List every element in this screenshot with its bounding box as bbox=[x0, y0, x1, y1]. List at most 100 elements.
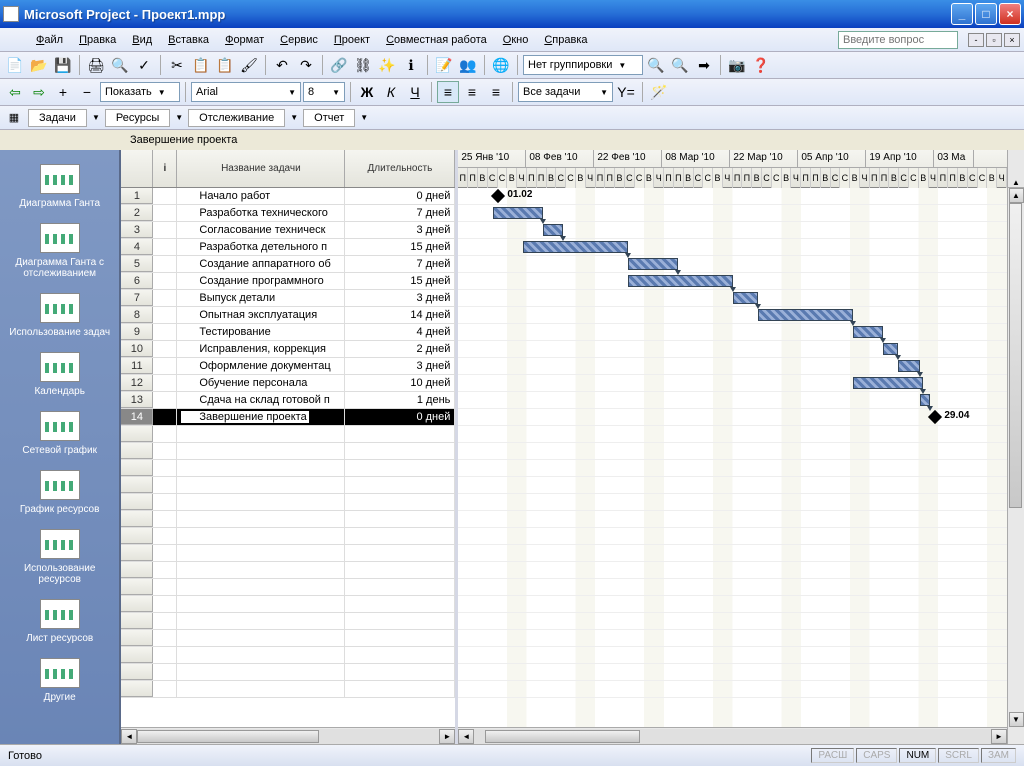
row-name-cell[interactable]: Опытная эксплуатация bbox=[177, 307, 345, 323]
gantt-row[interactable] bbox=[458, 681, 1007, 698]
row-info-cell[interactable] bbox=[153, 477, 177, 493]
row-duration-cell[interactable] bbox=[345, 647, 455, 663]
row-id-cell[interactable] bbox=[121, 460, 153, 476]
table-row[interactable]: 2Разработка технического7 дней bbox=[121, 205, 455, 222]
minimize-button[interactable]: _ bbox=[951, 3, 973, 25]
row-id-cell[interactable]: 4 bbox=[121, 239, 153, 255]
gantt-row[interactable] bbox=[458, 494, 1007, 511]
row-name-cell[interactable] bbox=[177, 477, 345, 493]
row-info-cell[interactable] bbox=[153, 562, 177, 578]
row-duration-cell[interactable] bbox=[345, 630, 455, 646]
font-size-combo[interactable]: 8▼ bbox=[303, 82, 345, 102]
menu-сервис[interactable]: Сервис bbox=[272, 31, 326, 49]
row-name-cell[interactable]: Выпуск детали bbox=[177, 290, 345, 306]
row-name-cell[interactable] bbox=[177, 647, 345, 663]
row-name-cell[interactable]: Исправления, коррекция bbox=[177, 341, 345, 357]
row-info-cell[interactable] bbox=[153, 324, 177, 340]
goto-task-button[interactable]: ➡ bbox=[693, 54, 715, 76]
row-duration-cell[interactable] bbox=[345, 596, 455, 612]
row-id-cell[interactable] bbox=[121, 647, 153, 663]
table-row[interactable] bbox=[121, 596, 455, 613]
row-name-cell[interactable] bbox=[177, 511, 345, 527]
table-row[interactable] bbox=[121, 579, 455, 596]
table-hscroll[interactable]: ◄ ► bbox=[121, 727, 455, 744]
show-subtasks-button[interactable]: + bbox=[52, 81, 74, 103]
gantt-row[interactable] bbox=[458, 290, 1007, 307]
menu-вставка[interactable]: Вставка bbox=[160, 31, 217, 49]
gantt-row[interactable] bbox=[458, 222, 1007, 239]
row-duration-cell[interactable]: 4 дней bbox=[345, 324, 455, 340]
table-row[interactable] bbox=[121, 681, 455, 698]
row-info-cell[interactable] bbox=[153, 409, 177, 425]
row-duration-cell[interactable]: 2 дней bbox=[345, 341, 455, 357]
sub-minimize[interactable]: - bbox=[968, 33, 984, 47]
viewbar-Ресурсы[interactable]: Ресурсы bbox=[105, 109, 170, 127]
row-info-cell[interactable] bbox=[153, 647, 177, 663]
sidebar-item[interactable]: Сетевой график bbox=[0, 405, 119, 464]
scroll-right-button[interactable]: ► bbox=[439, 729, 455, 744]
menu-проект[interactable]: Проект bbox=[326, 31, 378, 49]
gantt-row[interactable] bbox=[458, 511, 1007, 528]
sub-restore[interactable]: ▫ bbox=[986, 33, 1002, 47]
gantt-row[interactable] bbox=[458, 239, 1007, 256]
indent-button[interactable]: ⇨ bbox=[28, 81, 50, 103]
row-info-cell[interactable] bbox=[153, 579, 177, 595]
save-button[interactable]: 💾 bbox=[52, 54, 74, 76]
row-info-cell[interactable] bbox=[153, 443, 177, 459]
gantt-bar[interactable] bbox=[883, 343, 898, 355]
row-info-cell[interactable] bbox=[153, 273, 177, 289]
scroll-up-arrow[interactable]: ▲ bbox=[1008, 150, 1024, 188]
table-row[interactable]: 9Тестирование4 дней bbox=[121, 324, 455, 341]
zoom-out-button[interactable]: 🔍 bbox=[669, 54, 691, 76]
row-duration-cell[interactable] bbox=[345, 477, 455, 493]
gantt-row[interactable] bbox=[458, 460, 1007, 477]
open-button[interactable]: 📂 bbox=[28, 54, 50, 76]
row-info-cell[interactable] bbox=[153, 290, 177, 306]
row-name-cell[interactable]: Сдача на склад готовой п bbox=[177, 392, 345, 408]
paste-button[interactable]: 📋 bbox=[214, 54, 236, 76]
row-id-cell[interactable]: 5 bbox=[121, 256, 153, 272]
align-center-button[interactable]: ≡ bbox=[461, 81, 483, 103]
row-id-cell[interactable] bbox=[121, 579, 153, 595]
table-row[interactable]: 13Сдача на склад готовой п1 день bbox=[121, 392, 455, 409]
viewbar-Отслеживание[interactable]: Отслеживание bbox=[188, 109, 285, 127]
row-id-cell[interactable] bbox=[121, 630, 153, 646]
vertical-scrollbar[interactable]: ▲ ▲ ▼ bbox=[1007, 150, 1024, 744]
assign-resources-button[interactable]: 👥 bbox=[457, 54, 479, 76]
row-id-cell[interactable] bbox=[121, 443, 153, 459]
gantt-row[interactable] bbox=[458, 545, 1007, 562]
row-id-cell[interactable]: 14 bbox=[121, 409, 153, 425]
gantt-bar[interactable] bbox=[628, 258, 678, 270]
row-duration-cell[interactable]: 0 дней bbox=[345, 188, 455, 204]
sidebar-item[interactable]: Диаграмма Ганта bbox=[0, 158, 119, 217]
outdent-button[interactable]: ⇦ bbox=[4, 81, 26, 103]
row-name-cell[interactable]: Тестирование bbox=[177, 324, 345, 340]
table-row[interactable] bbox=[121, 613, 455, 630]
row-id-cell[interactable]: 11 bbox=[121, 358, 153, 374]
row-id-cell[interactable] bbox=[121, 494, 153, 510]
row-info-cell[interactable] bbox=[153, 205, 177, 221]
row-id-cell[interactable]: 7 bbox=[121, 290, 153, 306]
gantt-row[interactable] bbox=[458, 596, 1007, 613]
menu-правка[interactable]: Правка bbox=[71, 31, 124, 49]
cut-button[interactable]: ✂ bbox=[166, 54, 188, 76]
row-name-cell[interactable]: Обучение персонала bbox=[177, 375, 345, 391]
row-name-cell[interactable] bbox=[177, 664, 345, 680]
row-name-cell[interactable] bbox=[177, 460, 345, 476]
views-panel-toggle[interactable]: ▦ bbox=[4, 108, 24, 128]
gantt-body[interactable]: 01.0229.04 bbox=[458, 188, 1007, 727]
gantt-row[interactable] bbox=[458, 562, 1007, 579]
copy-picture-button[interactable]: 📷 bbox=[726, 54, 748, 76]
close-button[interactable]: × bbox=[999, 3, 1021, 25]
row-duration-cell[interactable]: 0 дней bbox=[345, 409, 455, 425]
row-name-cell[interactable] bbox=[177, 494, 345, 510]
row-info-cell[interactable] bbox=[153, 664, 177, 680]
gantt-bar[interactable] bbox=[853, 326, 883, 338]
task-info-button[interactable]: ℹ bbox=[400, 54, 422, 76]
row-info-cell[interactable] bbox=[153, 222, 177, 238]
row-duration-cell[interactable]: 7 дней bbox=[345, 205, 455, 221]
table-row[interactable] bbox=[121, 647, 455, 664]
format-painter-button[interactable]: 🖌 bbox=[238, 54, 260, 76]
viewbar-Отслеживание-dropdown[interactable]: ▼ bbox=[287, 113, 301, 122]
sidebar-item[interactable]: Использование ресурсов bbox=[0, 523, 119, 593]
